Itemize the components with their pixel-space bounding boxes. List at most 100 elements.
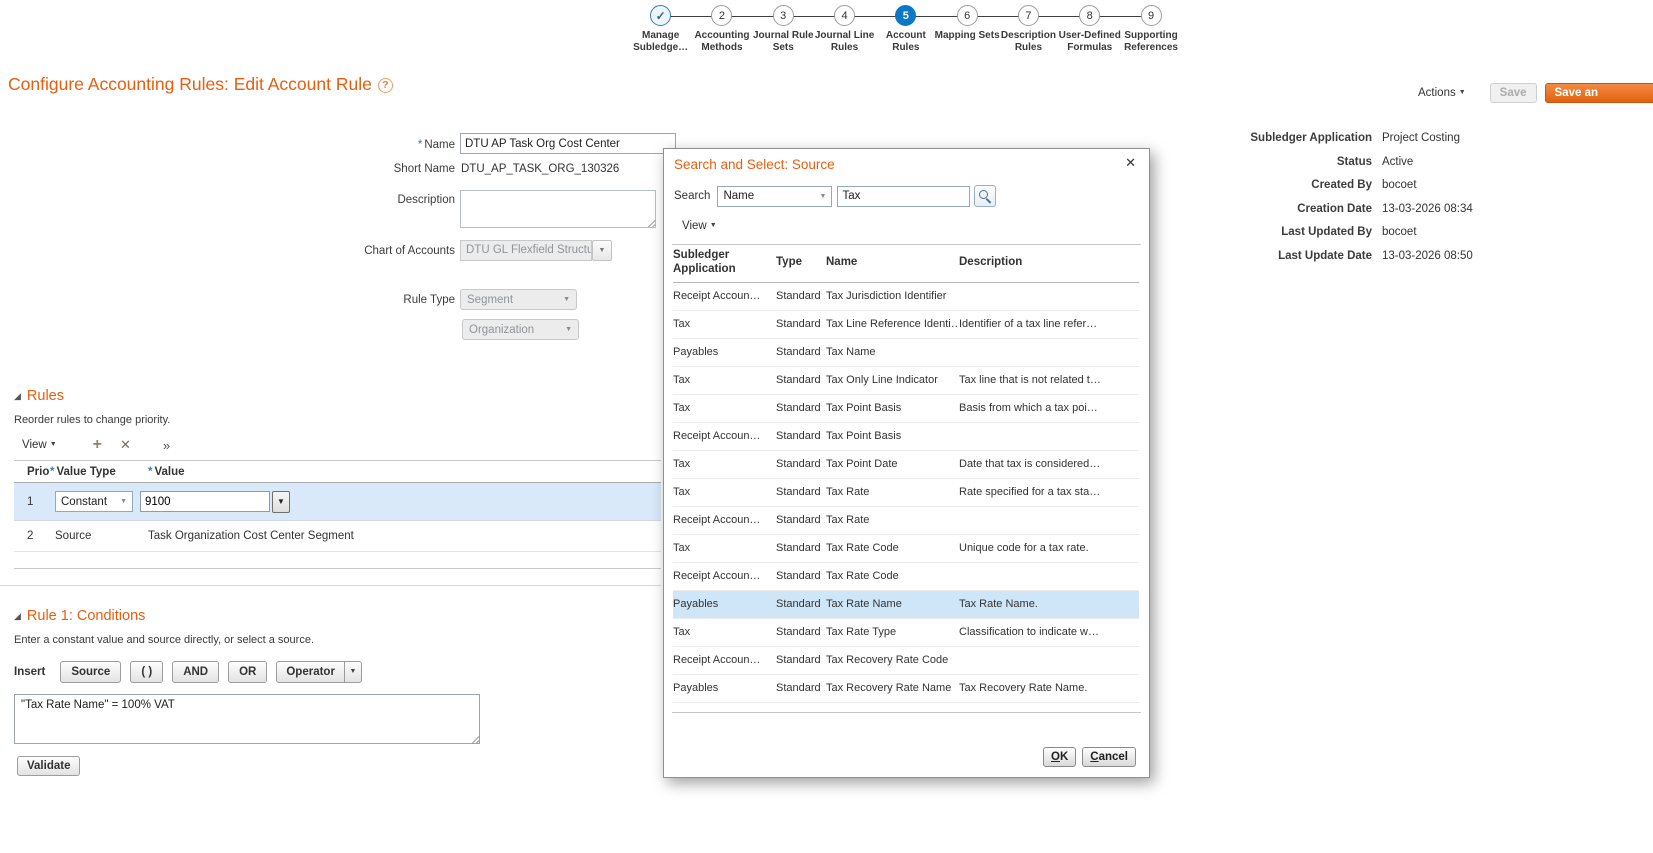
source-row[interactable]: Receipt Accoun… Standard Tax Jurisdictio…	[673, 283, 1139, 311]
source-desc-cell: Date that tax is considered…	[959, 458, 1101, 471]
rules-hint: Reorder rules to change priority.	[14, 414, 171, 426]
toolbar-overflow-icon[interactable]: »	[163, 438, 170, 453]
rules-table-footer	[14, 552, 661, 569]
value-type-select[interactable]: Constant ▼	[55, 491, 133, 512]
source-row[interactable]: Tax Standard Tax Line Reference Identi… …	[673, 311, 1139, 339]
description-textarea[interactable]	[460, 190, 656, 228]
source-name-cell: Tax Rate Code	[826, 570, 899, 583]
summary-value: bocoet	[1382, 226, 1417, 239]
source-row[interactable]: Receipt Accoun… Standard Tax Rate	[673, 507, 1139, 535]
search-field-selected: Name	[723, 190, 755, 202]
stepper-step[interactable]: ✓ 2 Accounting Methods	[691, 2, 752, 54]
record-summary: Subledger Application Project Costing St…	[1250, 132, 1472, 274]
chevron-down-icon: ▼	[49, 441, 57, 448]
name-input[interactable]	[460, 133, 676, 154]
summary-label: Subledger Application	[1250, 132, 1372, 144]
value-column-header: * Value	[148, 465, 185, 478]
chevron-down-icon: ▼	[819, 192, 827, 200]
insert-and-button[interactable]: AND	[172, 661, 220, 683]
rules-section-header[interactable]: ◢ Rules	[14, 388, 64, 404]
add-row-icon[interactable]: +	[93, 437, 102, 453]
stepper-step[interactable]: ✓ 7 Description Rules	[998, 2, 1059, 54]
name-column-header: Name	[826, 255, 858, 268]
validate-button[interactable]: Validate	[17, 756, 81, 776]
stepper-circle[interactable]: ✓ 8	[1079, 5, 1101, 26]
value-type-column-header: * Value Type	[50, 465, 116, 478]
source-row[interactable]: Tax Standard Tax Only Line Indicator Tax…	[673, 367, 1139, 395]
dialog-view-menu[interactable]: View ▼	[682, 220, 717, 232]
source-type-cell: Standard	[776, 318, 821, 331]
condition-expression-textarea[interactable]: "Tax Rate Name" = 100% VAT	[14, 694, 480, 744]
stepper-circle[interactable]: ✓ 9	[1140, 5, 1162, 26]
rule-row-2[interactable]: 2 Source Task Organization Cost Center S…	[14, 521, 661, 552]
save-button[interactable]: Save	[1489, 83, 1537, 103]
stepper-circle[interactable]: ✓ 4	[834, 5, 856, 26]
stepper-circle[interactable]: ✓ 7	[1017, 5, 1039, 26]
insert-parentheses-button[interactable]: ( )	[130, 661, 164, 683]
rule-type-sub-select[interactable]: Organization ▼	[462, 319, 579, 340]
stepper-circle[interactable]: ✓ 1	[650, 5, 672, 26]
chevron-down-icon: ▼	[598, 247, 606, 254]
ok-button[interactable]: OK	[1043, 747, 1077, 767]
save-and-button[interactable]: Save an	[1544, 83, 1653, 103]
stepper-step[interactable]: ✓ 4 Journal Line Rules	[814, 2, 875, 54]
rules-table-header: Prio * Value Type * Value	[14, 460, 661, 483]
source-row[interactable]: Tax Standard Tax Rate Code Unique code f…	[673, 535, 1139, 563]
rule-type-select[interactable]: Segment ▼	[460, 289, 577, 310]
help-icon[interactable]: ?	[377, 78, 393, 93]
stepper-step[interactable]: ✓ 8 User-Defined Formulas	[1059, 2, 1121, 54]
value-lov-button[interactable]: ▼	[272, 490, 290, 513]
insert-operator-split-button[interactable]: Operator ▼	[276, 661, 362, 683]
insert-source-button[interactable]: Source	[60, 661, 122, 683]
actions-menu[interactable]: Actions ▼	[1418, 87, 1466, 99]
stepper-step[interactable]: ✓ 5 Account Rules	[875, 2, 936, 54]
stepper-circle[interactable]: ✓ 2	[711, 5, 733, 26]
close-icon[interactable]: ✕	[1125, 155, 1136, 171]
source-row[interactable]: Payables Standard Tax Recovery Rate Name…	[673, 675, 1139, 703]
stepper-step[interactable]: ✓ 3 Journal Rule Sets	[753, 2, 814, 54]
insert-operator-button[interactable]: Operator	[277, 662, 344, 682]
search-button[interactable]	[974, 185, 997, 207]
stepper-step[interactable]: ✓ 9 Supporting References	[1120, 2, 1181, 54]
source-row[interactable]: Payables Standard Tax Rate Name Tax Rate…	[673, 590, 1139, 619]
source-row[interactable]: Receipt Accoun… Standard Tax Recovery Ra…	[673, 647, 1139, 675]
stepper-circle[interactable]: ✓ 3	[772, 5, 794, 26]
rules-table: Prio *Value Type *Value 1 Constant ▼ ▼ 2…	[14, 460, 661, 569]
source-row[interactable]: Receipt Accoun… Standard Tax Point Basis	[673, 423, 1139, 451]
search-field-select[interactable]: Name ▼	[717, 185, 833, 207]
chart-of-accounts-field[interactable]: DTU GL Flexfield Structure	[460, 240, 592, 261]
source-row[interactable]: Tax Standard Tax Point Basis Basis from …	[673, 395, 1139, 423]
summary-label: Last Updated By	[1281, 226, 1372, 239]
source-type-cell: Standard	[776, 542, 821, 555]
conditions-section-header[interactable]: ◢ Rule 1: Conditions	[14, 608, 145, 624]
rules-view-menu[interactable]: View ▼	[22, 439, 57, 451]
source-desc-cell: Rate specified for a tax sta…	[959, 486, 1101, 499]
search-input[interactable]	[837, 185, 971, 207]
rule-value-input[interactable]	[140, 491, 270, 512]
source-name-cell: Tax Line Reference Identi…	[826, 318, 959, 331]
stepper-step[interactable]: ✓ 6 Mapping Sets	[934, 2, 1000, 54]
source-row[interactable]: Tax Standard Tax Point Date Date that ta…	[673, 451, 1139, 479]
chart-of-accounts-dropdown-button[interactable]: ▼	[592, 240, 612, 261]
operator-dropdown-arrow[interactable]: ▼	[343, 662, 361, 682]
insert-or-button[interactable]: OR	[228, 661, 268, 683]
source-name-cell: Tax Point Basis	[826, 402, 902, 415]
source-desc-cell: Unique code for a tax rate.	[959, 542, 1089, 555]
stepper-circle[interactable]: ✓ 5	[895, 5, 917, 26]
actions-menu-label: Actions	[1418, 87, 1456, 99]
stepper-label: Mapping Sets	[934, 30, 1000, 41]
source-row[interactable]: Tax Standard Tax Rate Rate specified for…	[673, 479, 1139, 507]
delete-row-icon[interactable]: ✕	[120, 437, 131, 453]
stepper-step[interactable]: ✓ 1 Manage Subledge…	[630, 2, 691, 54]
source-row[interactable]: Tax Standard Tax Rate Type Classificatio…	[673, 619, 1139, 647]
source-app-cell: Receipt Accoun…	[673, 514, 761, 527]
source-row[interactable]: Payables Standard Tax Name	[673, 339, 1139, 367]
short-name-value: DTU_AP_TASK_ORG_130326	[461, 163, 620, 175]
rule-row-1[interactable]: 1 Constant ▼ ▼	[14, 483, 661, 521]
results-table-header: Subledger Application Type Name Descript…	[673, 249, 1139, 283]
insert-label: Insert	[14, 666, 46, 678]
source-row[interactable]: Receipt Accoun… Standard Tax Rate Code	[673, 563, 1139, 591]
stepper-circle[interactable]: ✓ 6	[956, 5, 978, 26]
cancel-button[interactable]: Cancel	[1082, 747, 1136, 767]
chevron-down-icon: ▼	[349, 668, 357, 675]
